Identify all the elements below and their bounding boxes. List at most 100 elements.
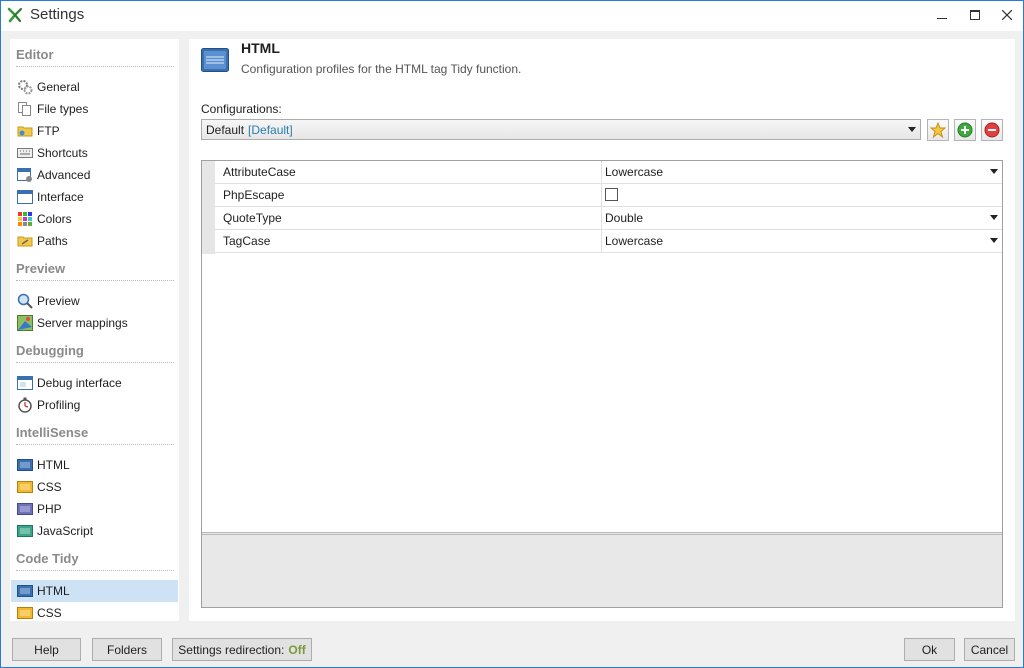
minimize-icon <box>937 18 947 19</box>
magnifier-icon <box>17 293 33 309</box>
sidebar-item-label: File types <box>37 102 89 116</box>
window-icon <box>17 375 33 391</box>
sidebar-item-intellisense-html[interactable]: HTML <box>11 454 178 476</box>
group-title-debugging: Debugging <box>16 343 84 358</box>
settings-window: Settings Editor General File types FTP S… <box>0 0 1024 668</box>
ok-button-label: Ok <box>921 642 938 657</box>
gears-icon <box>17 79 33 95</box>
column-divider <box>601 207 602 230</box>
maximize-icon <box>970 10 980 20</box>
group-title-preview: Preview <box>16 261 66 276</box>
sidebar-item-label: Interface <box>37 190 84 204</box>
sidebar-item-general[interactable]: General <box>11 76 178 98</box>
files-icon <box>17 101 33 117</box>
chevron-down-icon[interactable] <box>990 215 998 221</box>
sidebar-item-shortcuts[interactable]: Shortcuts <box>11 142 178 164</box>
sidebar-item-intellisense-php[interactable]: PHP <box>11 498 178 520</box>
sidebar-item-paths[interactable]: Paths <box>11 230 178 252</box>
close-button[interactable] <box>990 1 1024 29</box>
set-default-button[interactable] <box>927 119 949 141</box>
group-title-code-tidy: Code Tidy <box>16 551 79 566</box>
table-row[interactable]: TagCase Lowercase <box>215 230 1002 253</box>
table-row[interactable]: AttributeCase Lowercase <box>215 161 1002 184</box>
sidebar-item-label: HTML <box>37 584 70 598</box>
add-icon <box>957 122 973 138</box>
chevron-down-icon <box>908 127 916 132</box>
grid-gutter <box>202 161 215 254</box>
group-title-intellisense: IntelliSense <box>16 425 89 440</box>
property-name: AttributeCase <box>223 165 296 179</box>
sidebar-item-label: General <box>37 80 80 94</box>
sidebar-item-label: Profiling <box>37 398 81 412</box>
js-icon <box>17 523 33 539</box>
help-button-label: Help <box>34 642 59 657</box>
title-bar[interactable]: Settings <box>1 1 1023 31</box>
configurations-select[interactable]: Default [Default] <box>201 119 921 140</box>
php-icon <box>17 501 33 517</box>
maximize-button[interactable] <box>958 1 992 29</box>
add-configuration-button[interactable] <box>954 119 976 141</box>
php-escape-checkbox[interactable] <box>605 188 618 201</box>
sidebar-item-label: FTP <box>37 124 60 138</box>
sidebar-item-file-types[interactable]: File types <box>11 98 178 120</box>
sidebar-item-label: CSS <box>37 480 62 494</box>
sidebar-item-code-tidy-html[interactable]: HTML <box>11 580 178 602</box>
folder-ftp-icon <box>17 123 33 139</box>
chevron-down-icon[interactable] <box>990 169 998 175</box>
property-name: TagCase <box>223 234 271 248</box>
table-row[interactable]: QuoteType Double <box>215 207 1002 230</box>
sidebar-item-label: Debug interface <box>37 376 122 390</box>
sidebar-item-debug-interface[interactable]: Debug interface <box>11 372 178 394</box>
ok-button[interactable]: Ok <box>904 638 955 661</box>
folders-button[interactable]: Folders <box>92 638 162 661</box>
group-separator <box>16 280 174 281</box>
sidebar-item-interface[interactable]: Interface <box>11 186 178 208</box>
sidebar-item-profiling[interactable]: Profiling <box>11 394 178 416</box>
minimize-button[interactable] <box>925 1 959 29</box>
group-separator <box>16 570 174 571</box>
settings-redirection-label: Settings redirection: <box>178 642 285 657</box>
help-button[interactable]: Help <box>12 638 81 661</box>
group-separator <box>16 362 174 363</box>
sidebar-item-label: JavaScript <box>37 524 94 538</box>
sidebar-item-server-mappings[interactable]: Server mappings <box>11 312 178 334</box>
close-icon <box>1002 10 1012 20</box>
css-icon <box>17 605 33 621</box>
map-icon <box>17 315 33 331</box>
settings-sidebar: Editor General File types FTP Shortcuts … <box>10 39 179 621</box>
css-icon <box>17 479 33 495</box>
cancel-button-label: Cancel <box>970 642 1009 657</box>
folders-button-label: Folders <box>106 642 147 657</box>
settings-redirection-button[interactable]: Settings redirection: Off <box>172 638 312 661</box>
group-title-editor: Editor <box>16 47 54 62</box>
chevron-down-icon[interactable] <box>990 238 998 244</box>
column-divider <box>601 161 602 184</box>
sidebar-item-intellisense-javascript[interactable]: JavaScript <box>11 520 178 542</box>
palette-icon <box>17 211 33 227</box>
table-row[interactable]: PhpEscape <box>215 184 1002 207</box>
remove-configuration-button[interactable] <box>981 119 1003 141</box>
property-value[interactable]: Lowercase <box>605 165 663 179</box>
sidebar-item-label: Shortcuts <box>37 146 88 160</box>
property-name: QuoteType <box>223 211 282 225</box>
remove-icon <box>984 122 1000 138</box>
sidebar-item-label: HTML <box>37 458 70 472</box>
cancel-button[interactable]: Cancel <box>964 638 1015 661</box>
html-icon <box>201 48 229 72</box>
sidebar-item-intellisense-css[interactable]: CSS <box>11 476 178 498</box>
property-description-pane <box>202 532 1002 607</box>
window-title: Settings <box>30 6 85 23</box>
column-divider <box>601 230 602 253</box>
sidebar-item-colors[interactable]: Colors <box>11 208 178 230</box>
sidebar-item-ftp[interactable]: FTP <box>11 120 178 142</box>
sidebar-item-label: CSS <box>37 606 62 620</box>
sidebar-item-preview[interactable]: Preview <box>11 290 178 312</box>
group-separator <box>16 66 174 67</box>
sidebar-item-code-tidy-css[interactable]: CSS <box>11 602 178 621</box>
sidebar-item-label: Server mappings <box>37 316 128 330</box>
page-subtitle: Configuration profiles for the HTML tag … <box>241 62 522 76</box>
property-value[interactable]: Lowercase <box>605 234 663 248</box>
property-value[interactable]: Double <box>605 211 643 225</box>
sidebar-item-advanced[interactable]: Advanced <box>11 164 178 186</box>
html-icon <box>17 583 33 599</box>
